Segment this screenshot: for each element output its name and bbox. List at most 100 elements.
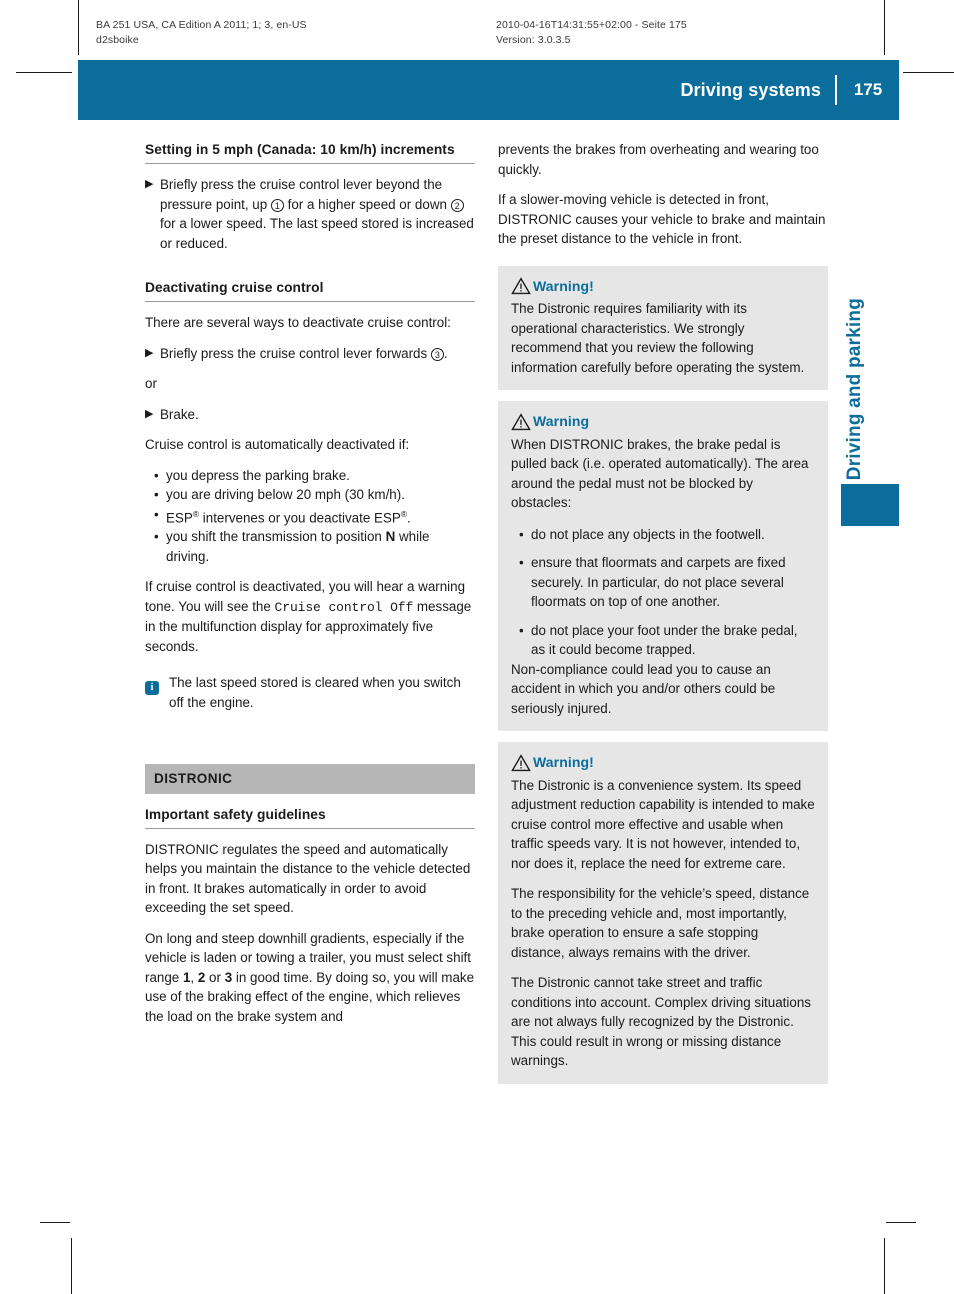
chapter-thumb-tab-label: Driving and parking xyxy=(844,297,865,480)
warning-box-list: • do not place any objects in the footwe… xyxy=(511,525,815,660)
warning-triangle-icon xyxy=(511,277,533,295)
page-number: 175 xyxy=(853,80,883,99)
prepress-right-block: 2010-04-16T14:31:55+02:00 - Seite 175 Ve… xyxy=(496,18,876,48)
warning-triangle-icon xyxy=(511,412,533,431)
warning-triangle-icon xyxy=(511,753,533,772)
paragraph-auto-deactivated-intro: Cruise control is automatically deactiva… xyxy=(145,437,410,452)
warning-box-header: Warning! xyxy=(511,277,815,297)
step-press-lever-beyond-pressure-point: ▶ Briefly press the cruise control lever… xyxy=(145,175,475,253)
crop-mark-top-left-vertical xyxy=(78,0,79,55)
step-text-part-b: . xyxy=(443,345,448,361)
warning-box-title: Warning! xyxy=(533,754,594,770)
prepress-left-block: BA 251 USA, CA Edition A 2011; 1; 3, en-… xyxy=(96,18,496,48)
warning-box-convenience-system: Warning! The Distronic is a convenience … xyxy=(498,742,828,1084)
display-message-cruise-control-off: Cruise control Off xyxy=(274,599,414,615)
step-text: Brake. xyxy=(160,406,199,422)
list-item-text-post: . xyxy=(407,509,411,525)
list-item-text-mid: intervenes or you deactivate ESP xyxy=(199,509,401,525)
warning-box-paragraph: The Distronic requires familiarity with … xyxy=(511,301,805,375)
bullet-icon: • xyxy=(519,526,524,542)
crop-mark-bottom-right-vertical xyxy=(884,1238,885,1294)
shift-range-separator-1: , xyxy=(190,969,198,985)
prepress-header: BA 251 USA, CA Edition A 2011; 1; 3, en-… xyxy=(96,18,886,48)
bullet-icon: • xyxy=(519,622,524,638)
note-text: The last speed stored is cleared when yo… xyxy=(169,675,461,710)
list-item-text: ESP® intervenes or you deactivate ESP®. xyxy=(166,505,475,528)
step-brake: ▶ Brake. xyxy=(145,405,475,425)
step-text-part-b: for a higher speed or down xyxy=(283,196,451,212)
heading-setting-increments: Setting in 5 mph (Canada: 10 km/h) incre… xyxy=(145,140,475,164)
note-last-speed-cleared: i The last speed stored is cleared when … xyxy=(145,673,475,712)
warning-box-header: Warning! xyxy=(511,753,815,773)
paragraph-downhill-gradients: On long and steep downhill gradients, es… xyxy=(145,929,475,1027)
warning-box-title: Warning! xyxy=(533,277,594,294)
esp-label-1: ESP xyxy=(166,509,193,525)
gear-position-n: N xyxy=(385,529,396,545)
list-item: • you are driving below 20 mph (30 km/h)… xyxy=(145,485,475,505)
crop-mark-bottom-left-horizontal xyxy=(40,1222,70,1223)
list-item: • you depress the parking brake. xyxy=(145,466,475,486)
shift-range-separator-2: or xyxy=(205,969,225,985)
step-press-lever-forwards: ▶ Briefly press the cruise control lever… xyxy=(145,344,475,364)
bullet-icon: • xyxy=(519,555,524,570)
section-band-distronic: DISTRONIC xyxy=(145,764,475,794)
list-item-text-pre: you shift the transmission to position xyxy=(166,529,386,545)
step-arrow-icon: ▶ xyxy=(145,407,154,420)
list-item-text: do not place any objects in the footwell… xyxy=(531,526,765,542)
conjunction-or: or xyxy=(145,376,157,391)
list-item: • you shift the transmission to position… xyxy=(145,527,475,566)
list-item-text: ensure that floormats and carpets are fi… xyxy=(531,555,786,609)
warning-box-paragraph: The responsibility for the vehicle’s spe… xyxy=(511,886,810,960)
heading-important-safety-guidelines: Important safety guidelines xyxy=(145,805,475,829)
step-text-part-a: Briefly press the cruise control lever f… xyxy=(160,345,431,361)
prepress-author-id: d2sboike xyxy=(96,34,139,46)
list-item: • ESP® intervenes or you deactivate ESP®… xyxy=(145,505,475,528)
paragraph-distronic-regulates: DISTRONIC regulates the speed and automa… xyxy=(145,841,471,916)
paragraph-warning-tone: If cruise control is deactivated, you wi… xyxy=(145,577,475,656)
list-item-text: you shift the transmission to position N… xyxy=(166,527,475,566)
info-icon-glyph: i xyxy=(145,681,159,696)
callout-2-icon: 2 xyxy=(450,198,464,212)
list-item: • ensure that floormats and carpets are … xyxy=(511,553,815,612)
warning-box-title: Warning xyxy=(533,413,590,429)
bullet-icon: • xyxy=(154,506,159,522)
chapter-thumb-tab-marker xyxy=(841,484,899,526)
crop-mark-top-right-horizontal xyxy=(903,72,954,73)
step-text-part-c: for a lower speed. The last speed stored… xyxy=(160,216,474,251)
step-arrow-icon: ▶ xyxy=(145,346,154,359)
paragraph-prevents-overheating: prevents the brakes from overheating and… xyxy=(498,142,819,177)
step-arrow-icon: ▶ xyxy=(145,178,154,190)
chapter-title: Driving systems xyxy=(680,79,821,100)
callout-1-icon: 1 xyxy=(270,198,284,212)
crop-mark-top-left-horizontal xyxy=(16,72,72,73)
callout-3-icon: 3 xyxy=(430,347,444,361)
list-item: • do not place any objects in the footwe… xyxy=(511,525,815,545)
running-head-bar: Driving systems 175 xyxy=(78,60,899,120)
bullet-icon: • xyxy=(154,487,159,502)
warning-box-outro: Non-compliance could lead you to cause a… xyxy=(511,661,776,716)
warning-box-brake-pedal: Warning When DISTRONIC brakes, the brake… xyxy=(498,401,828,731)
prepress-timestamp: 2010-04-16T14:31:55+02:00 - Seite 175 xyxy=(496,19,687,31)
left-column: Setting in 5 mph (Canada: 10 km/h) incre… xyxy=(145,140,475,1026)
paragraph-slower-moving-vehicle: If a slower-moving vehicle is detected i… xyxy=(498,192,826,246)
right-column: prevents the brakes from overheating and… xyxy=(498,140,828,1084)
crop-mark-bottom-right-horizontal xyxy=(886,1222,916,1223)
heading-deactivating-cruise-control: Deactivating cruise control xyxy=(145,278,475,302)
crop-mark-bottom-left-vertical xyxy=(71,1238,72,1294)
step-text: Briefly press the cruise control lever b… xyxy=(160,175,475,253)
warning-box-header: Warning xyxy=(511,412,815,432)
list-item-text: you are driving below 20 mph (30 km/h). xyxy=(166,487,405,502)
bullet-icon: • xyxy=(154,467,159,483)
warning-box-paragraph: The Distronic cannot take street and tra… xyxy=(511,975,811,1068)
list-item: • do not place your foot under the brake… xyxy=(511,621,815,660)
prepress-document-id: BA 251 USA, CA Edition A 2011; 1; 3, en-… xyxy=(96,19,307,31)
list-item-text: you depress the parking brake. xyxy=(166,467,350,483)
list-item-text: do not place your foot under the brake p… xyxy=(531,622,798,658)
paragraph-deactivate-intro: There are several ways to deactivate cru… xyxy=(145,315,451,330)
step-text: Briefly press the cruise control lever f… xyxy=(160,344,475,364)
warning-box-intro: When DISTRONIC brakes, the brake pedal i… xyxy=(511,436,809,511)
info-icon: i xyxy=(145,673,169,696)
warning-box-paragraph: The Distronic is a convenience system. I… xyxy=(511,777,815,871)
bullet-icon: • xyxy=(154,529,159,545)
prepress-version: Version: 3.0.3.5 xyxy=(496,34,571,46)
